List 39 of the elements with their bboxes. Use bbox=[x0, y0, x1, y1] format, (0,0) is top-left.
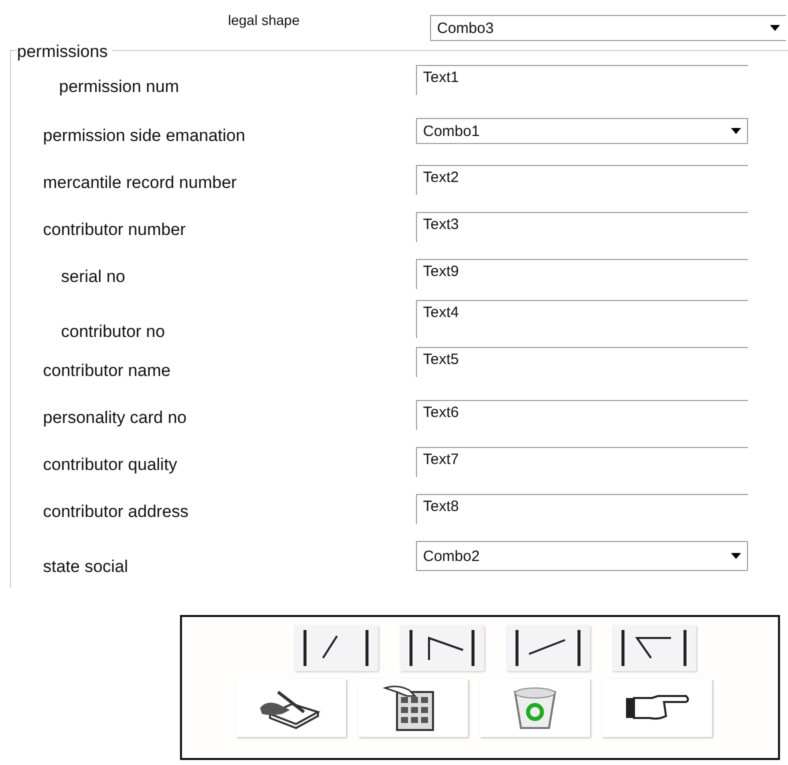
field-label: legal shape bbox=[228, 11, 301, 28]
slash-line-icon bbox=[301, 628, 371, 668]
action-button[interactable] bbox=[236, 679, 346, 737]
text-field[interactable]: Text7 bbox=[416, 447, 748, 477]
field-label: mercantile record number bbox=[42, 172, 238, 193]
field-label: contributor address bbox=[42, 501, 190, 522]
field-label: personality card no bbox=[42, 407, 188, 428]
dropdown[interactable]: Combo1 bbox=[416, 118, 748, 144]
field-label: contributor number bbox=[42, 219, 187, 240]
text-field[interactable]: Text1 bbox=[416, 65, 748, 95]
text-field[interactable]: Text8 bbox=[416, 494, 748, 524]
caret-icon bbox=[731, 128, 741, 134]
action-button[interactable] bbox=[358, 679, 468, 737]
field-label: permission num bbox=[58, 76, 180, 97]
action-button[interactable] bbox=[602, 679, 712, 737]
field-label: contributor name bbox=[42, 360, 172, 381]
dropdown[interactable]: Combo3 bbox=[430, 15, 786, 41]
slope-line-icon bbox=[513, 628, 583, 668]
group-title: permissions bbox=[17, 42, 112, 62]
text-field[interactable]: Text9 bbox=[416, 259, 748, 289]
nav-button[interactable] bbox=[294, 625, 378, 671]
text-field[interactable]: Text3 bbox=[416, 212, 748, 242]
nav-button[interactable] bbox=[506, 625, 590, 671]
nav-button[interactable] bbox=[612, 625, 696, 671]
text-field[interactable]: Text4 bbox=[416, 300, 748, 338]
text-field[interactable]: Text6 bbox=[416, 400, 748, 430]
dropdown[interactable]: Combo2 bbox=[416, 541, 748, 571]
angle-line-icon bbox=[619, 628, 689, 668]
caret-icon bbox=[770, 25, 780, 31]
nav-button[interactable] bbox=[400, 625, 484, 671]
field-label: permission side emanation bbox=[42, 125, 246, 146]
field-label: contributor quality bbox=[42, 454, 178, 475]
caret-icon bbox=[731, 553, 741, 559]
text-field[interactable]: Text2 bbox=[416, 165, 748, 195]
bent-line-icon bbox=[407, 628, 477, 668]
field-label: state social bbox=[42, 556, 130, 577]
field-label: serial no bbox=[60, 266, 126, 287]
text-field[interactable]: Text5 bbox=[416, 347, 748, 377]
field-label: contributor no bbox=[60, 321, 166, 342]
